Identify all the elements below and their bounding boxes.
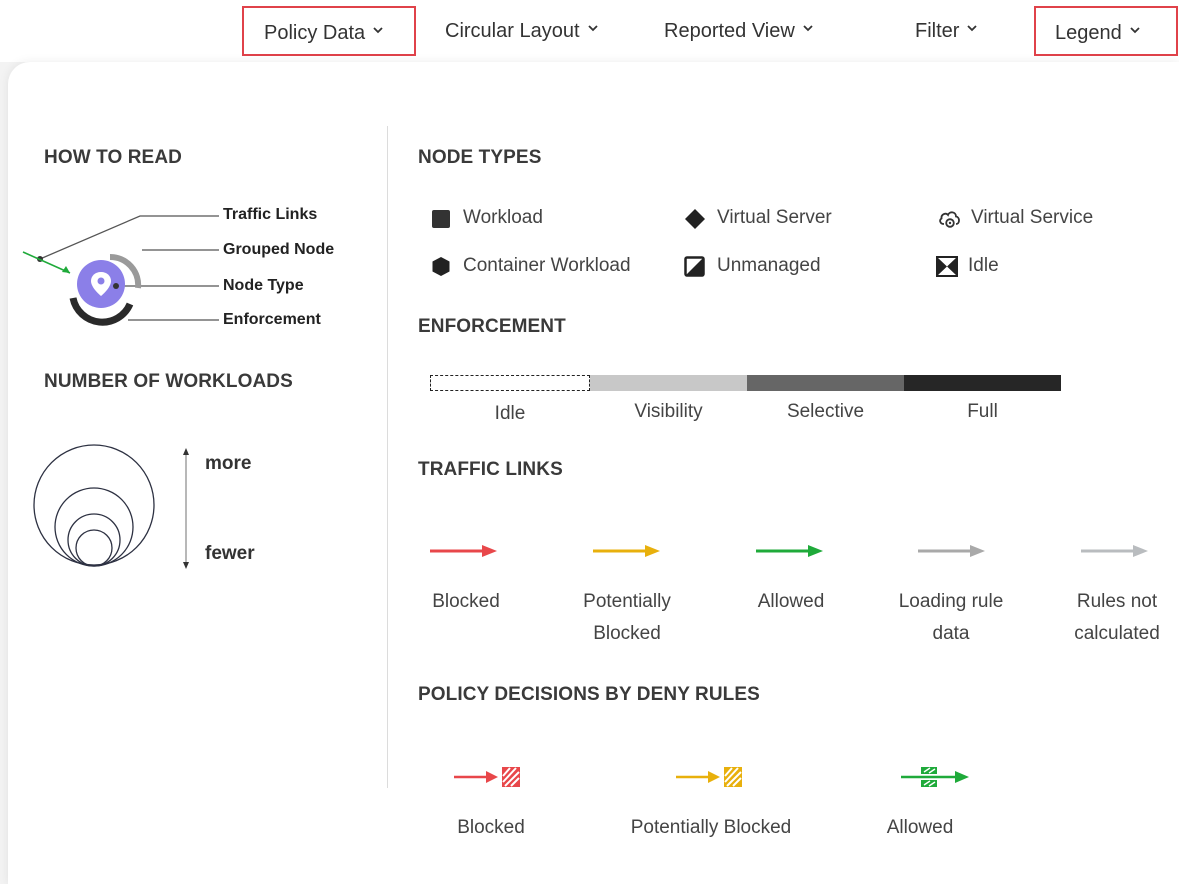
traffic-links-heading: TRAFFIC LINKS: [418, 459, 563, 480]
hexagon-icon: [432, 257, 450, 276]
legend-menu[interactable]: Legend: [1034, 6, 1178, 56]
node-types-heading: NODE TYPES: [418, 147, 542, 168]
node-type-virtual-service: Virtual Service: [971, 207, 1094, 228]
blocked-link-arrow: [430, 545, 497, 557]
reported-view-label: Reported View: [664, 20, 795, 42]
view-toolbar: Policy Data Circular Layout Reported Vie…: [0, 0, 1179, 62]
enforcement-callout: Enforcement: [223, 311, 321, 328]
chevron-down-icon: [1130, 27, 1140, 34]
legend-label: Legend: [1055, 22, 1122, 44]
deny-blocked-icon: [454, 767, 520, 787]
potentially-blocked-link-arrow: [593, 545, 660, 557]
more-label: more: [205, 453, 252, 474]
workload-size-circles: [33, 444, 189, 569]
grouped-node-callout: Grouped Node: [223, 241, 335, 258]
deny-allowed-icon: [901, 767, 969, 787]
virtual-service-icon: [939, 211, 960, 228]
enforcement-selective-label: Selective: [786, 401, 865, 422]
policy-decision-potentially-blocked: Potentially Blocked: [630, 817, 792, 838]
node-type-unmanaged: Unmanaged: [717, 255, 821, 276]
traffic-links-callout: Traffic Links: [223, 206, 318, 223]
number-of-workloads-heading: NUMBER OF WORKLOADS: [44, 371, 293, 392]
allowed-link-arrow: [756, 545, 823, 557]
enforcement-visibility-label: Visibility: [634, 401, 703, 422]
enforcement-visibility-bar: [590, 375, 747, 391]
node-type-idle: Idle: [968, 255, 999, 276]
reported-view-menu[interactable]: Reported View: [664, 6, 813, 56]
chevron-down-icon: [587, 25, 598, 32]
policy-decision-blocked: Blocked: [457, 817, 525, 838]
enforcement-heading: ENFORCEMENT: [418, 316, 566, 337]
deny-potentially-blocked-icon: [676, 767, 742, 787]
chevron-down-icon: [803, 25, 813, 32]
filter-label: Filter: [915, 20, 960, 42]
how-to-read-diagram: [22, 215, 219, 326]
policy-decision-allowed: Allowed: [886, 817, 954, 838]
node-type-workload: Workload: [463, 207, 543, 228]
traffic-link-rules-not-calculated: Rules not calculated: [1074, 591, 1160, 644]
traffic-link-potentially-blocked: Potentially Blocked: [583, 591, 671, 644]
enforcement-full-label: Full: [967, 401, 998, 422]
policy-data-menu[interactable]: Policy Data: [242, 6, 416, 56]
traffic-link-allowed: Allowed: [757, 591, 825, 612]
traffic-link-blocked: Blocked: [432, 591, 500, 612]
node-type-virtual-server: Virtual Server: [717, 207, 832, 228]
column-divider: [387, 126, 388, 788]
circular-layout-label: Circular Layout: [445, 20, 580, 42]
chevron-down-icon: [967, 25, 978, 32]
enforcement-full-bar: [904, 375, 1061, 391]
diamond-icon: [685, 209, 705, 229]
policy-data-label: Policy Data: [264, 22, 366, 44]
idle-hourglass-icon: [936, 256, 958, 277]
node-type-container-workload: Container Workload: [463, 255, 631, 276]
square-icon: [432, 210, 450, 228]
chevron-down-icon: [373, 27, 383, 34]
node-type-callout: Node Type: [223, 277, 304, 294]
policy-decisions-heading: POLICY DECISIONS BY DENY RULES: [418, 684, 760, 705]
circular-layout-menu[interactable]: Circular Layout: [445, 6, 598, 56]
how-to-read-heading: HOW TO READ: [44, 147, 182, 168]
rules-not-calculated-link-arrow: [1081, 545, 1148, 557]
loading-rule-data-link-arrow: [918, 545, 985, 557]
fewer-label: fewer: [205, 543, 255, 564]
enforcement-idle-label: Idle: [494, 403, 526, 424]
enforcement-selective-bar: [747, 375, 904, 391]
filter-menu[interactable]: Filter: [915, 6, 978, 56]
half-square-icon: [684, 256, 705, 277]
traffic-link-loading-rule-data: Loading rule data: [898, 591, 1004, 644]
enforcement-idle-bar: [430, 375, 590, 391]
